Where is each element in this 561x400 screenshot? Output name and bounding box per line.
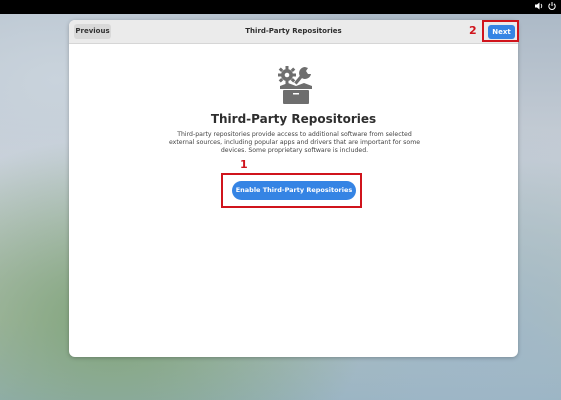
previous-button[interactable]: Previous xyxy=(74,24,111,39)
highlight-box-next xyxy=(482,20,519,42)
enable-repositories-button[interactable]: Enable Third-Party Repositories xyxy=(232,181,356,200)
volume-icon[interactable] xyxy=(534,1,544,15)
settings-box-icon xyxy=(274,63,318,107)
annotation-marker-1: 1 xyxy=(240,158,248,171)
top-bar xyxy=(0,0,561,14)
window-title: Third-Party Repositories xyxy=(245,27,342,35)
power-icon[interactable] xyxy=(547,1,557,15)
page-description: Third-party repositories provide access … xyxy=(168,131,421,154)
annotation-marker-2: 2 xyxy=(469,24,477,37)
header-bar: Third-Party Repositories Previous Next xyxy=(69,20,518,44)
page-heading: Third-Party Repositories xyxy=(210,112,377,126)
